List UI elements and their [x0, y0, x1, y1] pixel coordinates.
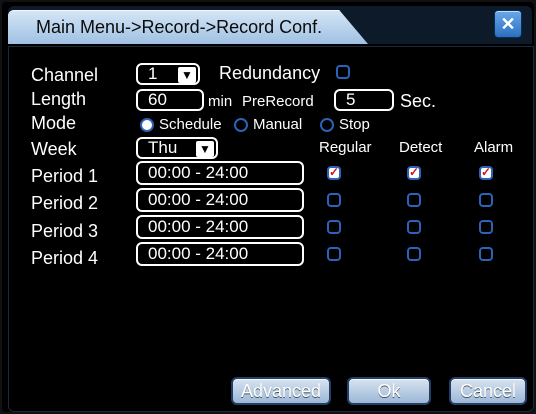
period-3-regular-checkbox[interactable] [327, 220, 341, 234]
mode-schedule-label: Schedule [159, 116, 222, 133]
header-detect: Detect [399, 139, 443, 156]
checkmark-icon: ✓ [480, 165, 492, 179]
period-2-time-range[interactable]: 00:00 - 24:00 [136, 188, 304, 212]
period-4-detect-checkbox[interactable] [407, 247, 421, 261]
close-button[interactable]: ✕ [494, 10, 522, 38]
week-select[interactable]: Thu ▼ [136, 137, 218, 159]
period-2-regular-checkbox[interactable] [327, 193, 341, 207]
mode-stop-radio[interactable] [320, 118, 334, 132]
period-1-time-value: 00:00 - 24:00 [148, 163, 249, 182]
close-icon: ✕ [500, 14, 516, 34]
header-regular: Regular [319, 139, 372, 156]
advanced-button-label: Advanced [240, 380, 322, 401]
prerecord-input[interactable]: 5 [334, 89, 394, 111]
prerecord-value: 5 [346, 90, 356, 109]
period-3-time-range[interactable]: 00:00 - 24:00 [136, 215, 304, 239]
checkmark-icon: ✓ [408, 165, 420, 179]
length-value: 60 [148, 90, 167, 109]
mode-stop-label: Stop [339, 116, 370, 133]
period-2-alarm-checkbox[interactable] [479, 193, 493, 207]
period-2-label: Period 2 [31, 193, 99, 213]
chevron-down-icon: ▼ [178, 67, 196, 83]
mode-manual-radio[interactable] [234, 118, 248, 132]
checkmark-icon: ✓ [328, 165, 340, 179]
period-4-time-range[interactable]: 00:00 - 24:00 [136, 242, 304, 266]
channel-select[interactable]: 1 ▼ [136, 63, 200, 85]
ok-button-label: Ok [377, 380, 401, 401]
record-conf-window: Main Menu->Record->Record Conf. ✕ Channe… [0, 0, 536, 414]
period-1-time-range[interactable]: 00:00 - 24:00 [136, 161, 304, 185]
period-2-time-value: 00:00 - 24:00 [148, 190, 249, 209]
chevron-down-icon: ▼ [196, 141, 214, 157]
period-1-alarm-checkbox[interactable]: ✓ [479, 166, 493, 180]
length-unit: min [208, 93, 233, 110]
period-4-time-value: 00:00 - 24:00 [148, 244, 249, 263]
length-label: Length [31, 89, 87, 109]
mode-schedule-radio[interactable] [140, 118, 154, 132]
redundancy-label: Redundancy [219, 63, 321, 83]
period-1-detect-checkbox[interactable]: ✓ [407, 166, 421, 180]
week-label: Week [31, 139, 77, 159]
length-input[interactable]: 60 [136, 89, 204, 111]
prerecord-label: PreRecord [242, 93, 314, 110]
period-3-detect-checkbox[interactable] [407, 220, 421, 234]
period-4-alarm-checkbox[interactable] [479, 247, 493, 261]
period-3-label: Period 3 [31, 221, 99, 241]
window-title: Main Menu->Record->Record Conf. [36, 17, 323, 37]
channel-label: Channel [31, 65, 99, 85]
period-4-label: Period 4 [31, 248, 99, 268]
titlebar: Main Menu->Record->Record Conf. ✕ [8, 6, 532, 44]
ok-button[interactable]: Ok [347, 377, 431, 405]
week-value: Thu [148, 138, 178, 157]
period-3-time-value: 00:00 - 24:00 [148, 217, 249, 236]
period-4-regular-checkbox[interactable] [327, 247, 341, 261]
advanced-button[interactable]: Advanced [231, 377, 331, 405]
period-2-detect-checkbox[interactable] [407, 193, 421, 207]
cancel-button-label: Cancel [459, 380, 517, 401]
redundancy-checkbox[interactable] [336, 65, 350, 79]
cancel-button[interactable]: Cancel [449, 377, 527, 405]
period-1-label: Period 1 [31, 166, 99, 186]
period-3-alarm-checkbox[interactable] [479, 220, 493, 234]
prerecord-unit: Sec. [400, 91, 437, 111]
period-1-regular-checkbox[interactable]: ✓ [327, 166, 341, 180]
record-conf-content: Channel 1 ▼ Redundancy Length 60 min Pre… [8, 46, 534, 412]
mode-manual-label: Manual [253, 116, 303, 133]
channel-value: 1 [148, 64, 158, 83]
header-alarm: Alarm [474, 139, 514, 156]
mode-label: Mode [31, 113, 77, 133]
